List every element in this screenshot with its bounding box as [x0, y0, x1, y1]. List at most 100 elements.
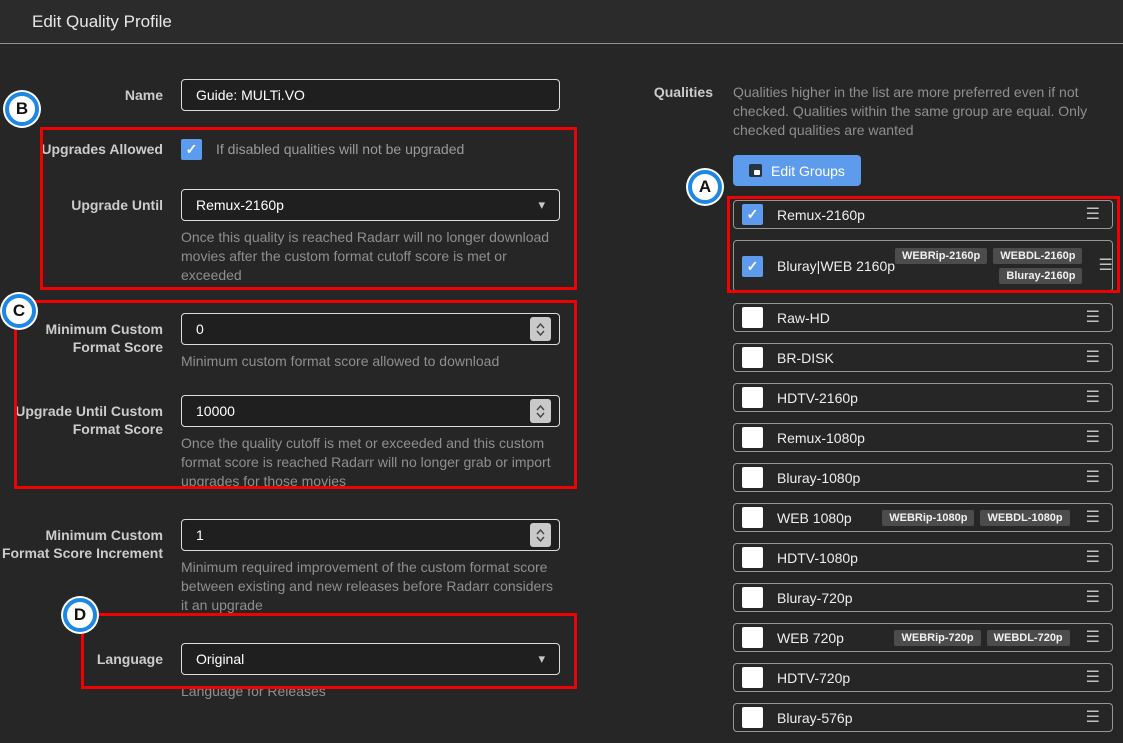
- quality-badge: Bluray-2160p: [999, 268, 1083, 284]
- upgrade-until-select[interactable]: Remux-2160p ▾: [181, 189, 560, 221]
- drag-handle-icon[interactable]: ☰: [1086, 389, 1100, 406]
- quality-item[interactable]: HDTV-1080p ☰: [733, 543, 1113, 572]
- edit-groups-button[interactable]: Edit Groups: [733, 155, 861, 186]
- quality-name: Bluray-720p: [777, 589, 853, 606]
- quality-item[interactable]: Bluray-1080p ☰: [733, 463, 1113, 492]
- min-cf-score-increment-input[interactable]: 1: [181, 519, 560, 551]
- name-input[interactable]: Guide: MULTi.VO: [181, 79, 560, 111]
- upgrades-allowed-checkbox[interactable]: ✓: [181, 139, 202, 160]
- spinner-down-icon: [536, 536, 545, 542]
- drag-handle-icon[interactable]: ☰: [1086, 206, 1100, 223]
- upgrade-until-cf-score-value: 10000: [196, 403, 235, 419]
- quality-list: ✓ Remux-2160p ☰ ✓ Bluray|WEB 2160p WEBRip-216…: [733, 200, 1113, 732]
- quality-item[interactable]: WEB 720p WEBRip-720p WEBDL-720p ☰: [733, 623, 1113, 652]
- quality-checkbox[interactable]: [742, 467, 763, 488]
- min-cf-score-increment-row: Minimum Custom Format Score Increment 1 …: [0, 519, 610, 615]
- quality-name: HDTV-720p: [777, 669, 851, 686]
- quality-checkbox[interactable]: [742, 427, 763, 448]
- quality-name: HDTV-2160p: [777, 389, 858, 406]
- qualities-label: Qualities: [653, 84, 713, 100]
- quality-checkbox[interactable]: [742, 307, 763, 328]
- quality-name: WEB 1080p: [777, 509, 852, 526]
- quality-checkbox[interactable]: ✓: [742, 204, 763, 225]
- quality-item[interactable]: HDTV-2160p ☰: [733, 383, 1113, 412]
- chevron-down-icon: ▾: [538, 197, 545, 212]
- quality-checkbox[interactable]: [742, 347, 763, 368]
- quality-badge: WEBRip-720p: [894, 629, 981, 646]
- quality-checkbox[interactable]: [742, 507, 763, 528]
- upgrade-until-help: Once this quality is reached Radarr will…: [181, 229, 550, 283]
- drag-handle-icon[interactable]: ☰: [1086, 469, 1100, 486]
- drag-handle-icon[interactable]: ☰: [1086, 509, 1100, 526]
- min-cf-score-help: Minimum custom format score allowed to d…: [181, 353, 500, 369]
- quality-name: BR-DISK: [777, 349, 834, 366]
- number-spinner[interactable]: [530, 523, 551, 547]
- edit-groups-label: Edit Groups: [771, 162, 845, 179]
- quality-badge: WEBDL-720p: [986, 629, 1070, 646]
- quality-item[interactable]: HDTV-720p ☰: [733, 663, 1113, 692]
- drag-handle-icon[interactable]: ☰: [1086, 669, 1100, 686]
- upgrade-until-row: Upgrade Until Remux-2160p ▾ Once this qu…: [0, 189, 610, 285]
- upgrade-until-cf-score-row: Upgrade Until Custom Format Score 10000 …: [0, 395, 610, 491]
- drag-handle-icon[interactable]: ☰: [1098, 258, 1112, 274]
- quality-name: Bluray|WEB 2160p: [777, 258, 896, 274]
- upgrade-until-value: Remux-2160p: [196, 197, 284, 213]
- quality-badge: WEBDL-1080p: [980, 509, 1070, 526]
- upgrades-allowed-label: Upgrades Allowed: [41, 141, 163, 157]
- upgrade-until-cf-score-label: Upgrade Until Custom Format Score: [15, 403, 163, 437]
- quality-checkbox[interactable]: [742, 387, 763, 408]
- quality-item[interactable]: Bluray-576p ☰: [733, 703, 1113, 732]
- upgrade-until-label: Upgrade Until: [71, 197, 163, 213]
- quality-item[interactable]: ✓ Bluray|WEB 2160p WEBRip-2160p WEBDL-2160p…: [733, 240, 1113, 292]
- drag-handle-icon[interactable]: ☰: [1086, 629, 1100, 646]
- name-row: Name Guide: MULTi.VO: [0, 79, 610, 111]
- drag-handle-icon[interactable]: ☰: [1086, 309, 1100, 326]
- drag-handle-icon[interactable]: ☰: [1086, 709, 1100, 726]
- drag-handle-icon[interactable]: ☰: [1086, 549, 1100, 566]
- quality-name: WEB 720p: [777, 629, 844, 646]
- number-spinner[interactable]: [530, 399, 551, 423]
- quality-badges: WEBRip-720p WEBDL-720p: [894, 629, 1070, 646]
- min-cf-score-increment-value: 1: [196, 527, 204, 543]
- number-spinner[interactable]: [530, 317, 551, 341]
- quality-name: Bluray-576p: [777, 709, 853, 726]
- quality-badges: WEBRip-1080p WEBDL-1080p: [882, 509, 1070, 526]
- min-cf-score-input[interactable]: 0: [181, 313, 560, 345]
- qualities-section: Qualities Qualities higher in the list a…: [640, 83, 1118, 743]
- quality-item[interactable]: ✓ Remux-2160p ☰: [733, 200, 1113, 229]
- language-label: Language: [96, 651, 163, 667]
- name-input-value: Guide: MULTi.VO: [196, 87, 305, 103]
- quality-checkbox[interactable]: [742, 587, 763, 608]
- upgrade-until-cf-score-input[interactable]: 10000: [181, 395, 560, 427]
- quality-item[interactable]: Bluray-720p ☰: [733, 583, 1113, 612]
- name-label: Name: [124, 87, 163, 103]
- spinner-down-icon: [536, 412, 545, 418]
- quality-badge: WEBDL-2160p: [993, 248, 1083, 264]
- quality-name: Bluray-1080p: [777, 469, 861, 486]
- quality-item[interactable]: Raw-HD ☰: [733, 303, 1113, 332]
- quality-name: Remux-2160p: [777, 206, 865, 223]
- drag-handle-icon[interactable]: ☰: [1086, 589, 1100, 606]
- spinner-up-icon: [536, 322, 545, 328]
- drag-handle-icon[interactable]: ☰: [1086, 429, 1100, 446]
- quality-checkbox[interactable]: [742, 667, 763, 688]
- drag-handle-icon[interactable]: ☰: [1086, 349, 1100, 366]
- quality-name: Remux-1080p: [777, 429, 865, 446]
- min-cf-score-value: 0: [196, 321, 204, 337]
- profile-form: Name Guide: MULTi.VO Upgrades Allowed ✓ …: [0, 45, 610, 701]
- quality-checkbox[interactable]: [742, 707, 763, 728]
- quality-badge: WEBRip-2160p: [895, 248, 988, 264]
- upgrades-allowed-help: If disabled qualities will not be upgrad…: [216, 141, 465, 157]
- quality-checkbox[interactable]: ✓: [742, 255, 763, 277]
- upgrades-allowed-row: Upgrades Allowed ✓ If disabled qualities…: [0, 137, 610, 160]
- min-cf-score-increment-label: Minimum Custom Format Score Increment: [1, 527, 163, 561]
- quality-item[interactable]: BR-DISK ☰: [733, 343, 1113, 372]
- spinner-up-icon: [536, 404, 545, 410]
- quality-item[interactable]: Remux-1080p ☰: [733, 423, 1113, 452]
- quality-checkbox[interactable]: [742, 547, 763, 568]
- quality-item[interactable]: WEB 1080p WEBRip-1080p WEBDL-1080p ☰: [733, 503, 1113, 532]
- chevron-down-icon: ▾: [538, 651, 545, 666]
- quality-badge: WEBRip-1080p: [882, 509, 975, 526]
- quality-checkbox[interactable]: [742, 627, 763, 648]
- language-select[interactable]: Original ▾: [181, 643, 560, 675]
